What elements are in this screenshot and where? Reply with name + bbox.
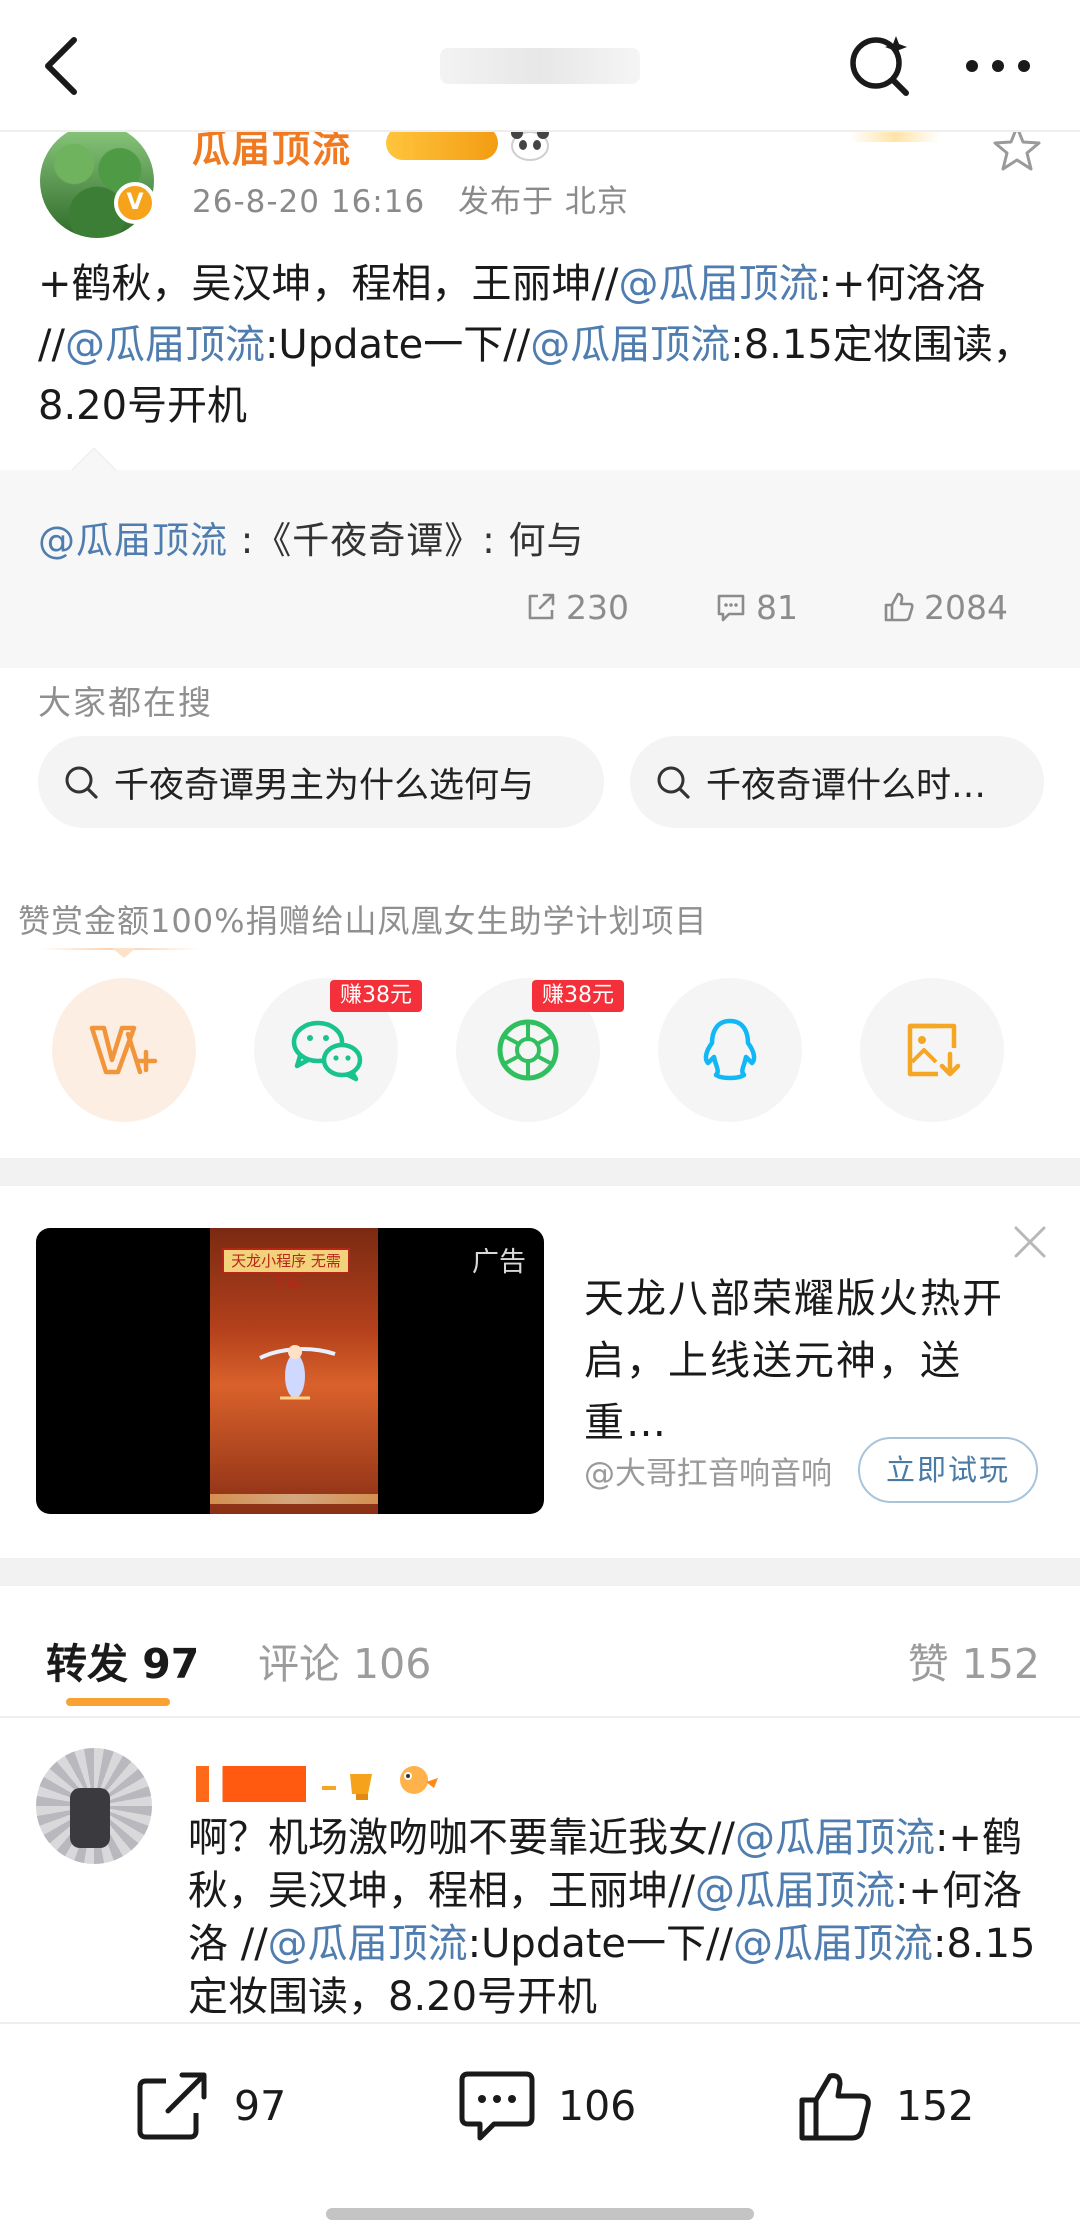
more-button[interactable] — [960, 44, 1036, 88]
reward-label: 赞赏金额100%捐赠给山凤凰女生助学计划项目 — [18, 902, 708, 940]
earn-tag: 赚38元 — [330, 980, 422, 1012]
qq-penguin-icon — [703, 1018, 757, 1081]
user-badges-icon — [322, 1766, 438, 1800]
more-dots-icon — [966, 60, 1030, 72]
share-qq-button[interactable] — [658, 978, 802, 1122]
hot-search-chip-label: 千夜奇谭男主为什么选何与 — [114, 765, 535, 806]
repost-item[interactable]: 啊？机场激吻咖不要靠近我女//@瓜届顶流:+鹤秋，吴汉坤，程相，王丽坤//@瓜届… — [0, 1720, 1080, 2020]
search-button[interactable] — [846, 32, 916, 102]
tab-comment[interactable]: 评论 106 — [258, 1630, 431, 1690]
hot-search-chip[interactable]: 千夜奇谭男主为什么选何与 — [38, 736, 604, 828]
active-tab-underline — [66, 1698, 170, 1706]
ad-title[interactable]: 天龙八部荣耀版火热开启，上线送元神，送重… — [584, 1268, 1044, 1454]
earn-tag: 赚38元 — [532, 980, 624, 1012]
post-time: 26-8-20 16:16 — [192, 184, 426, 220]
repost-icon — [137, 2072, 207, 2140]
quoted-comment-stat[interactable]: 81 — [714, 582, 798, 632]
mention-link[interactable]: @瓜届顶流 — [65, 322, 265, 368]
reward-v-plus-icon — [89, 1025, 158, 1075]
save-image-button[interactable] — [860, 978, 1004, 1122]
username-obscured[interactable] — [196, 1766, 306, 1802]
ad-label: 广告 — [472, 1247, 526, 1278]
post-text-segment: :Update一下// — [264, 322, 531, 368]
quoted-post-body: :《千夜奇谭》: 何与 — [228, 519, 585, 562]
bottom-action-bar: 97 106 152 — [0, 2022, 1080, 2238]
quoted-post-text: @瓜届顶流 :《千夜奇谭》: 何与 — [38, 510, 584, 564]
mention-link[interactable]: @瓜届顶流 — [618, 261, 818, 307]
repost-text-segment: 啊？机场激吻咖不要靠近我女// — [188, 1815, 735, 1861]
thumbs-up-icon — [884, 592, 914, 622]
quoted-repost-stat[interactable]: 230 — [524, 582, 629, 632]
mention-link[interactable]: @瓜届顶流 — [695, 1868, 895, 1914]
quoted-like-count: 2084 — [924, 587, 1008, 627]
moments-camera-icon — [497, 1019, 559, 1081]
home-indicator[interactable] — [326, 2208, 754, 2220]
repost-text-segment: :Update一下// — [467, 1921, 733, 1967]
wechat-icon — [291, 1020, 363, 1082]
mention-link[interactable]: @瓜届顶流 — [530, 322, 730, 368]
repost-count: 97 — [234, 2082, 287, 2130]
tab-like[interactable]: 赞 152 — [908, 1630, 1040, 1690]
tab-repost[interactable]: 转发 97 — [46, 1630, 199, 1690]
thumbs-up-icon — [799, 2073, 871, 2141]
ad-frame-tag: 天龙小程序 无需下载 — [222, 1248, 350, 1292]
ad-thumbnail[interactable]: 天龙小程序 无需下载 广告 — [36, 1228, 544, 1514]
mention-link[interactable]: @瓜届顶流 — [38, 519, 228, 562]
comment-icon — [717, 594, 745, 622]
search-icon — [65, 766, 98, 799]
comment-button[interactable]: 106 — [458, 2068, 636, 2144]
author-row: V 瓜届顶流 26-8-20 16:16 发布于 北京 — [0, 124, 1080, 242]
like-count: 152 — [896, 2082, 975, 2130]
search-icon — [657, 766, 690, 799]
back-button[interactable] — [36, 30, 92, 102]
close-icon[interactable] — [1010, 1222, 1050, 1262]
repost-icon — [528, 593, 555, 620]
ad-game-frame: 天龙小程序 无需下载 — [210, 1228, 378, 1514]
hot-search-chip[interactable]: 千夜奇谭什么时候播出 — [630, 736, 1044, 828]
post-meta: 26-8-20 16:16 发布于 北京 — [192, 176, 651, 221]
reward-button[interactable] — [52, 978, 196, 1122]
mention-link[interactable]: @瓜届顶流 — [733, 1921, 933, 1967]
search-sparkle-icon — [850, 36, 909, 96]
quoted-repost-count: 230 — [566, 587, 629, 627]
like-button[interactable]: 152 — [796, 2068, 974, 2144]
quoted-like-stat[interactable]: 2084 — [882, 582, 1008, 632]
interaction-tabs: 转发 97 评论 106 赞 152 — [0, 1588, 1080, 1718]
section-divider — [0, 1158, 1080, 1186]
verified-badge: V — [114, 182, 156, 224]
ad-source: @大哥扛音响音响 — [584, 1456, 832, 1492]
top-bar — [0, 0, 1080, 132]
image-download-icon — [907, 1023, 961, 1077]
comment-icon — [459, 2071, 535, 2141]
post-text: +鹤秋，吴汉坤，程相，王丽坤//@瓜届顶流:+何洛洛 //@瓜届顶流:Updat… — [38, 254, 1048, 437]
post-location: 发布于 北京 — [458, 184, 629, 220]
section-divider — [0, 1558, 1080, 1586]
hot-search-label: 大家都在搜 — [38, 683, 213, 722]
ad-try-now-button[interactable]: 立即试玩 — [858, 1437, 1038, 1503]
quoted-comment-count: 81 — [756, 587, 798, 627]
ad-frame-caption-bar — [210, 1494, 378, 1504]
mention-link[interactable]: @瓜届顶流 — [735, 1815, 935, 1861]
repost-button[interactable]: 97 — [134, 2068, 286, 2144]
quoted-post-stats: 230 81 2084 — [0, 582, 1080, 632]
repost-text: 啊？机场激吻咖不要靠近我女//@瓜届顶流:+鹤秋，吴汉坤，程相，王丽坤//@瓜届… — [188, 1812, 1058, 2020]
quote-notch — [71, 447, 117, 493]
game-character-icon — [259, 1345, 336, 1400]
reward-caret — [112, 948, 136, 958]
comment-count: 106 — [558, 2082, 637, 2130]
post-text-segment: +鹤秋，吴汉坤，程相，王丽坤// — [38, 261, 619, 307]
avatar[interactable] — [36, 1748, 152, 1864]
hot-search-chip-label: 千夜奇谭什么时候播出 — [706, 765, 1044, 806]
mention-link[interactable]: @瓜届顶流 — [268, 1921, 468, 1967]
page-title-blurred — [440, 48, 640, 84]
chevron-left-icon — [45, 37, 77, 95]
quoted-post[interactable]: @瓜届顶流 :《千夜奇谭》: 何与 230 81 2084 — [0, 447, 1080, 668]
